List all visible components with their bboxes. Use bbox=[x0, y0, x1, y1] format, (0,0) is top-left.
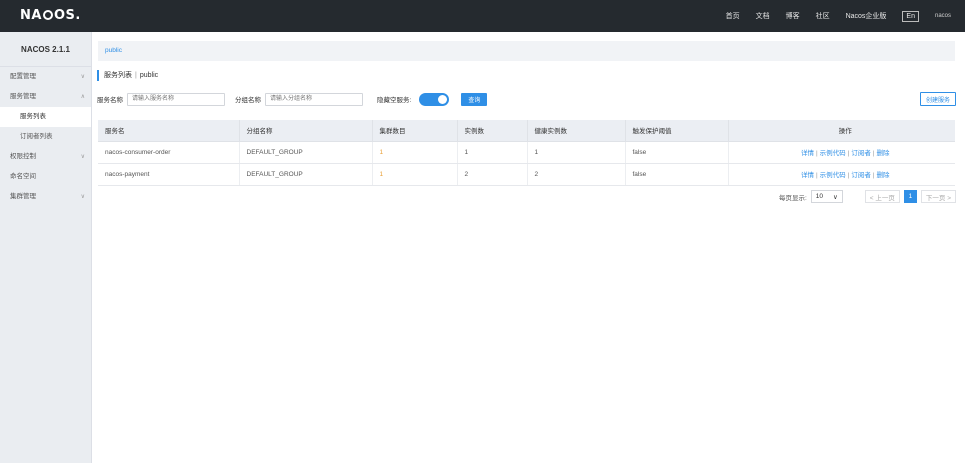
namespace-bar: public bbox=[98, 41, 955, 61]
sidebar-item-service-management[interactable]: 服务管理 ∧ bbox=[0, 87, 91, 107]
cell-operations: 详情 | 示例代码 | 订阅者 | 删除 bbox=[728, 163, 955, 186]
user-name[interactable]: nacos bbox=[935, 13, 951, 19]
sample-code-link[interactable]: 示例代码 bbox=[820, 172, 846, 179]
title-separator: | bbox=[135, 72, 137, 79]
cell-healthy-count: 2 bbox=[527, 163, 626, 186]
version-label: NACOS 2.1.1 bbox=[0, 32, 91, 67]
sample-code-link[interactable]: 示例代码 bbox=[820, 150, 846, 157]
chevron-down-icon: ∨ bbox=[80, 194, 85, 200]
query-button[interactable]: 查询 bbox=[461, 92, 488, 106]
col-instance-count: 实例数 bbox=[457, 120, 528, 142]
col-cluster-count: 集群数目 bbox=[372, 120, 458, 142]
page-size-value: 10 bbox=[815, 193, 824, 200]
service-table: 服务名 分组名称 集群数目 实例数 健康实例数 触发保护阈值 操作 nacos-… bbox=[98, 120, 955, 186]
table-header-row: 服务名 分组名称 集群数目 实例数 健康实例数 触发保护阈值 操作 bbox=[98, 120, 955, 142]
hide-empty-toggle[interactable] bbox=[419, 92, 450, 106]
nav-docs[interactable]: 文档 bbox=[756, 11, 770, 21]
cell-instance-count: 2 bbox=[457, 163, 528, 186]
detail-link[interactable]: 详情 bbox=[801, 172, 814, 179]
sidebar-item-label: 服务管理 bbox=[10, 93, 36, 100]
col-operations: 操作 bbox=[728, 120, 955, 142]
cell-instance-count: 1 bbox=[457, 141, 528, 164]
subscriber-link[interactable]: 订阅者 bbox=[851, 150, 871, 157]
cell-service-name: nacos-consumer-order bbox=[98, 141, 240, 164]
chevron-down-icon: ∨ bbox=[80, 74, 85, 80]
page-number-current[interactable]: 1 bbox=[903, 190, 917, 203]
cell-group-name: DEFAULT_GROUP bbox=[239, 141, 373, 164]
top-nav: 首页 文档 博客 社区 Nacos企业版 En nacos bbox=[726, 0, 951, 32]
sidebar-item-label: 权限控制 bbox=[10, 153, 36, 160]
cell-healthy-count: 1 bbox=[527, 141, 626, 164]
subscriber-link[interactable]: 订阅者 bbox=[851, 172, 871, 179]
delete-link[interactable]: 删除 bbox=[877, 150, 890, 157]
main-content: public 服务列表|public 服务名称 分组名称 隐藏空服务: 查询 创… bbox=[92, 32, 965, 463]
hide-empty-wrap: 隐藏空服务: bbox=[377, 92, 450, 106]
nav-community[interactable]: 社区 bbox=[816, 11, 830, 21]
top-header: NA OS. 首页 文档 博客 社区 Nacos企业版 En nacos bbox=[0, 0, 965, 32]
delete-link[interactable]: 删除 bbox=[877, 172, 890, 179]
page-title-text: 服务列表 bbox=[104, 72, 132, 79]
prev-page-button[interactable]: < 上一页 bbox=[864, 190, 900, 203]
col-healthy-count: 健康实例数 bbox=[527, 120, 626, 142]
service-name-input[interactable] bbox=[127, 92, 225, 106]
nav-blog[interactable]: 博客 bbox=[786, 11, 800, 21]
cell-group-name: DEFAULT_GROUP bbox=[239, 163, 373, 186]
cell-cluster-count: 1 bbox=[372, 141, 458, 164]
chevron-up-icon: ∧ bbox=[80, 94, 85, 100]
chevron-down-icon: ∨ bbox=[833, 193, 838, 201]
page-title-namespace: public bbox=[139, 72, 159, 79]
next-page-button[interactable]: 下一页 > bbox=[920, 190, 956, 203]
toggle-knob bbox=[438, 94, 448, 104]
nacos-logo[interactable]: NA OS. bbox=[20, 8, 81, 23]
language-switch-button[interactable]: En bbox=[902, 10, 919, 22]
filter-bar: 服务名称 分组名称 隐藏空服务: 查询 bbox=[97, 92, 488, 106]
sidebar-item-service-list[interactable]: 服务列表 bbox=[0, 107, 91, 127]
sidebar-item-label: 集群管理 bbox=[10, 193, 36, 200]
cell-operations: 详情 | 示例代码 | 订阅者 | 删除 bbox=[728, 141, 955, 164]
table-row: nacos-consumer-order DEFAULT_GROUP 1 1 1… bbox=[98, 141, 955, 164]
cell-protect-threshold: false bbox=[625, 163, 729, 186]
cell-cluster-count: 1 bbox=[372, 163, 458, 186]
create-service-button[interactable]: 创建服务 bbox=[919, 92, 956, 106]
page-title: 服务列表 | public bbox=[97, 70, 158, 81]
page-size-select[interactable]: 10 ∨ bbox=[810, 190, 843, 203]
service-name-label: 服务名称 bbox=[97, 97, 123, 104]
sidebar-item-cluster-management[interactable]: 集群管理 ∨ bbox=[0, 187, 91, 207]
cell-protect-threshold: false bbox=[625, 141, 729, 164]
col-protect-threshold: 触发保护阈值 bbox=[625, 120, 729, 142]
table-row: nacos-payment DEFAULT_GROUP 1 2 2 false … bbox=[98, 163, 955, 186]
sidebar-item-label: 配置管理 bbox=[10, 73, 36, 80]
namespace-link[interactable]: public bbox=[105, 47, 122, 54]
col-group-name: 分组名称 bbox=[239, 120, 373, 142]
page-size-label: 每页显示: bbox=[778, 194, 807, 202]
sidebar-item-label: 订阅者列表 bbox=[20, 133, 53, 140]
col-service-name: 服务名 bbox=[98, 120, 240, 142]
group-name-label: 分组名称 bbox=[235, 97, 261, 104]
detail-link[interactable]: 详情 bbox=[801, 150, 814, 157]
cell-service-name: nacos-payment bbox=[98, 163, 240, 186]
chevron-down-icon: ∨ bbox=[80, 154, 85, 160]
hide-empty-label: 隐藏空服务: bbox=[377, 97, 412, 104]
group-name-input[interactable] bbox=[265, 92, 363, 106]
pagination: 每页显示: 10 ∨ < 上一页 1 下一页 > bbox=[779, 190, 956, 203]
sidebar-item-subscriber-list[interactable]: 订阅者列表 bbox=[0, 127, 91, 147]
sidebar-item-label: 命名空间 bbox=[10, 173, 36, 180]
sidebar: NACOS 2.1.1 配置管理 ∨ 服务管理 ∧ 服务列表 订阅者列表 权限控制 ∨… bbox=[0, 32, 92, 463]
sidebar-item-access-control[interactable]: 权限控制 ∨ bbox=[0, 147, 91, 167]
sidebar-menu: 配置管理 ∨ 服务管理 ∧ 服务列表 订阅者列表 权限控制 ∨ 命名空间 集群管理 ∨ bbox=[0, 67, 91, 207]
sidebar-item-namespace[interactable]: 命名空间 bbox=[0, 167, 91, 187]
sidebar-item-label: 服务列表 bbox=[20, 113, 46, 120]
nav-enterprise[interactable]: Nacos企业版 bbox=[846, 11, 887, 21]
sidebar-item-config-management[interactable]: 配置管理 ∨ bbox=[0, 67, 91, 87]
nav-home[interactable]: 首页 bbox=[726, 11, 740, 21]
